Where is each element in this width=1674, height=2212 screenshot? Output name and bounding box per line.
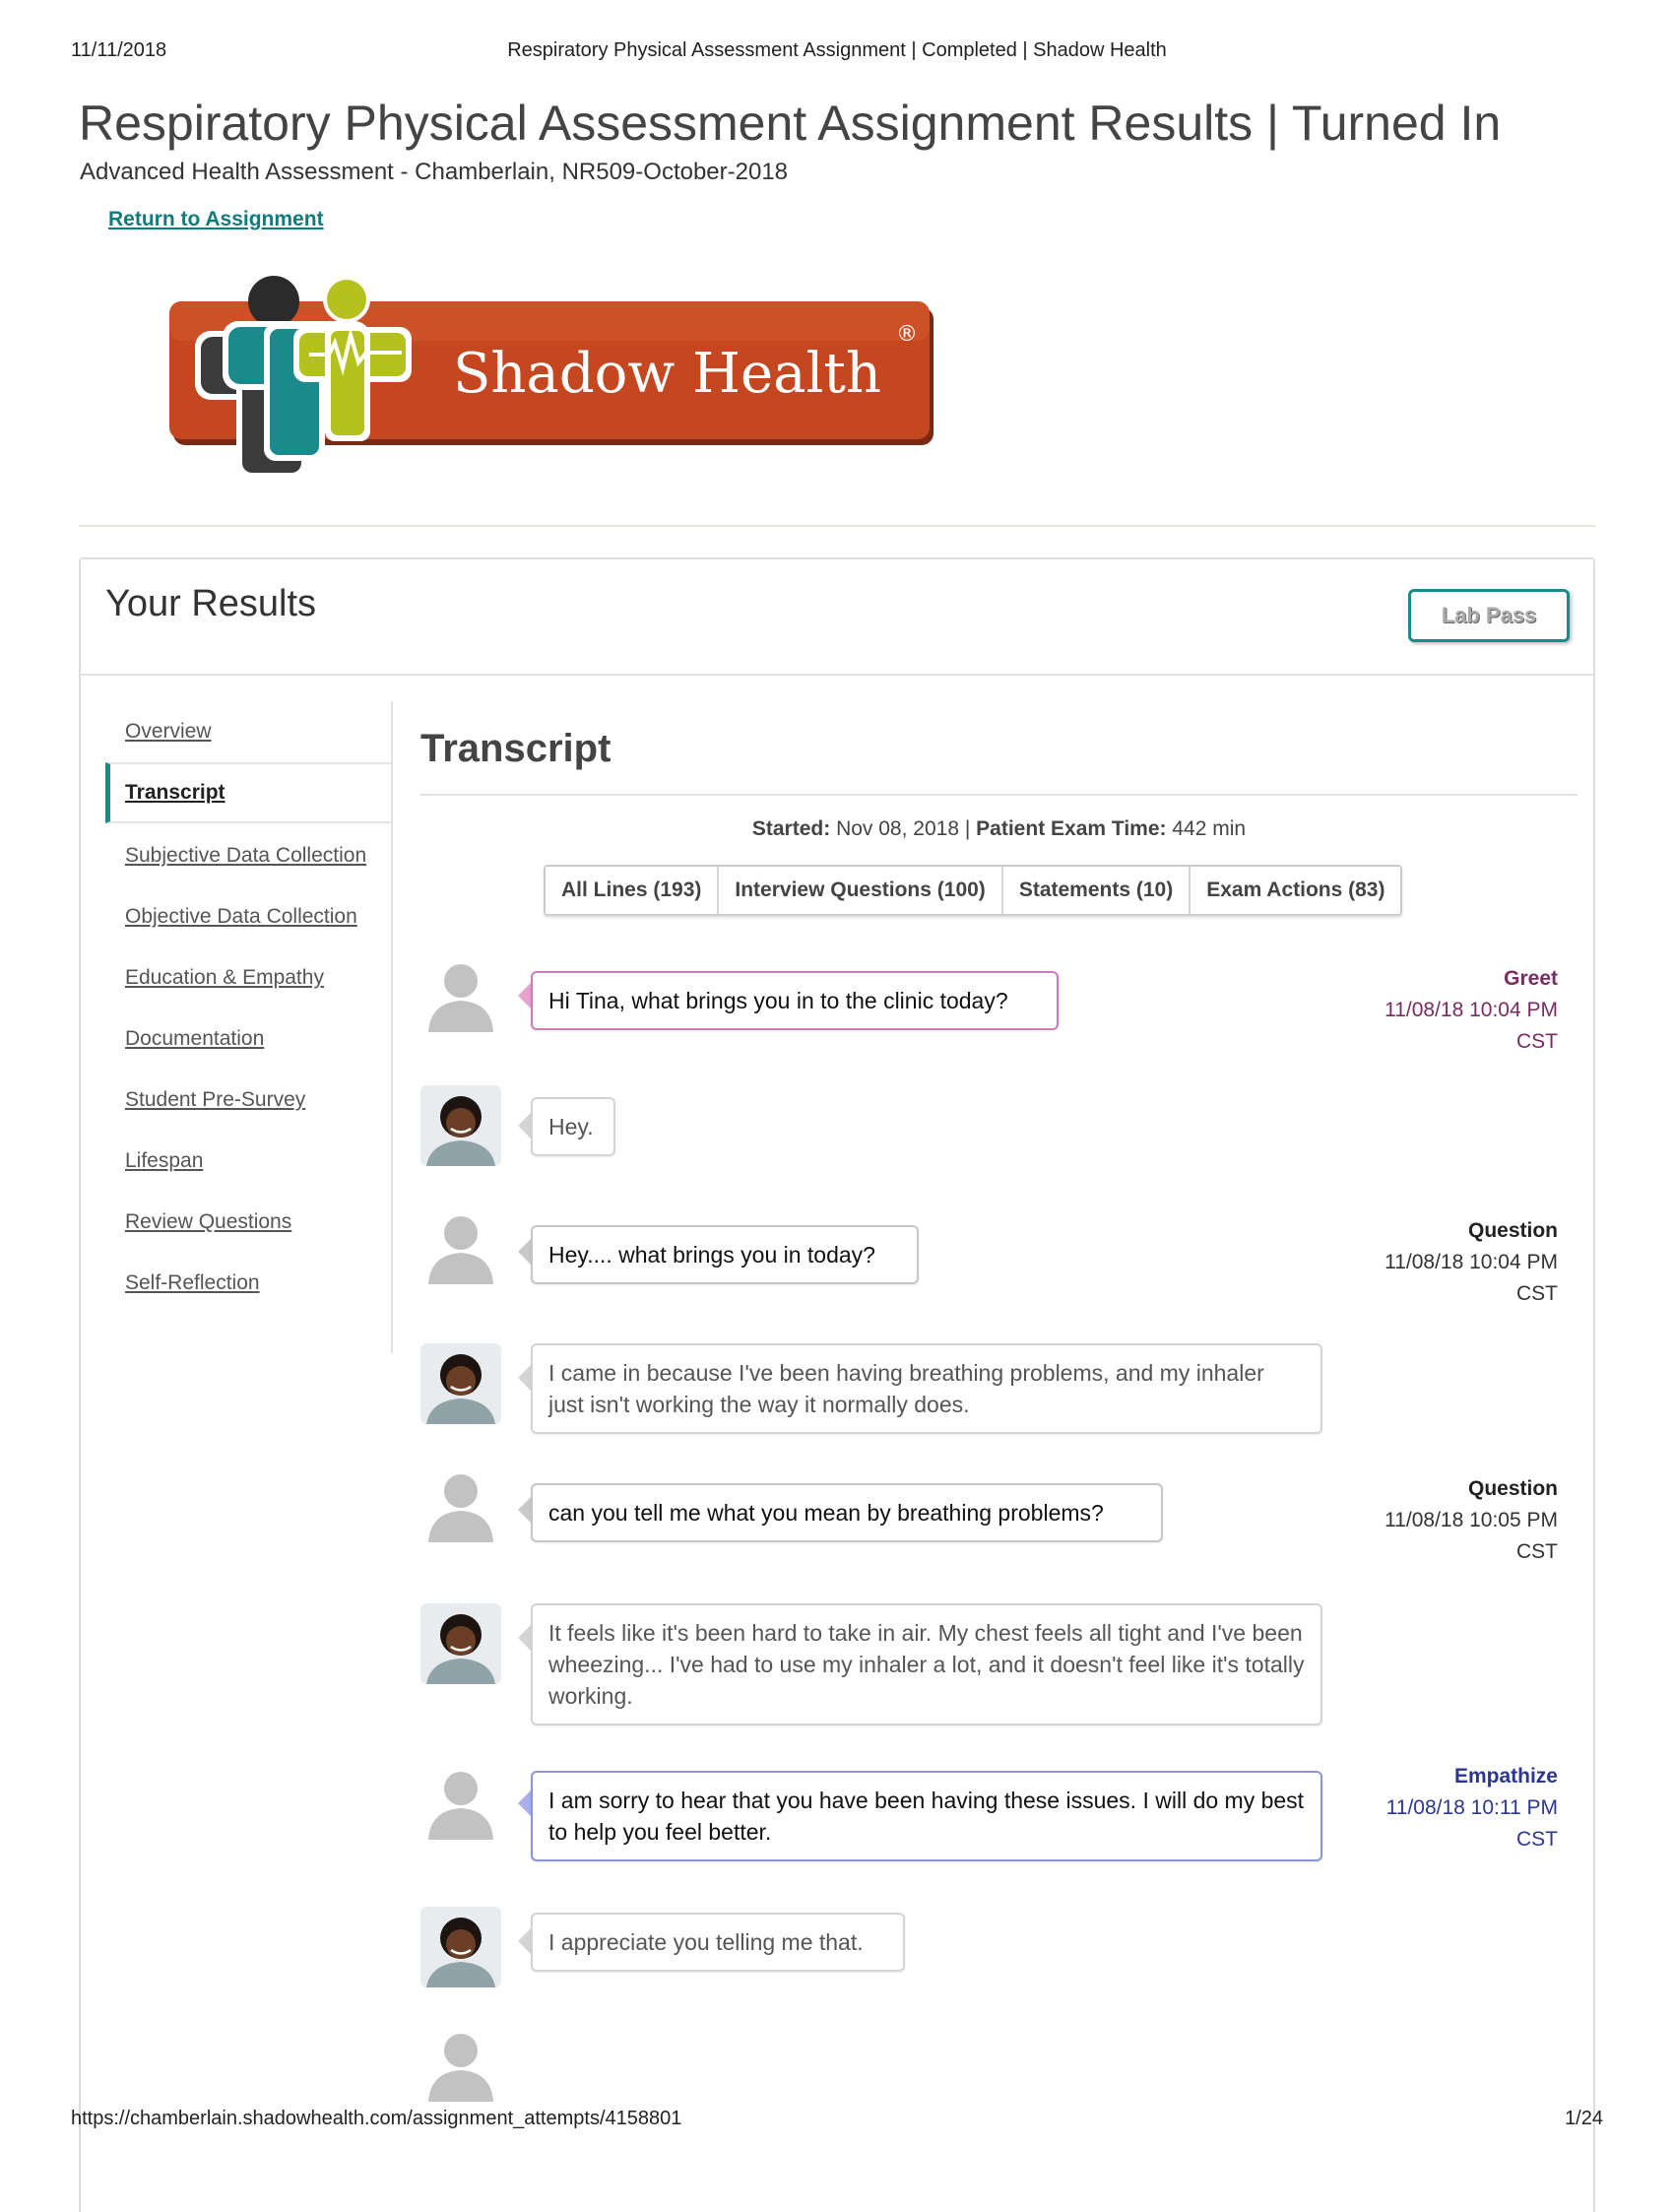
bubble-tail [518, 1239, 531, 1265]
line-tag: Greet 11/08/18 10:04 PM CST [1384, 963, 1558, 1058]
filter-statements[interactable]: Statements (10) [1000, 867, 1189, 914]
filter-interview-questions[interactable]: Interview Questions (100) [717, 867, 1000, 914]
print-footer: https://chamberlain.shadowhealth.com/ass… [71, 2108, 1603, 2137]
exam-time-value: 442 [1172, 817, 1207, 840]
student-message: I am sorry to hear that you have been ha… [531, 1771, 1322, 1861]
line-timestamp: 11/08/18 10:04 PM [1384, 1251, 1558, 1273]
patient-avatar [420, 1085, 501, 1166]
student-avatar [420, 2023, 501, 2104]
results-header: Your Results Lab Pass [81, 559, 1593, 676]
patient-avatar [420, 1343, 501, 1424]
patient-message: I came in because I've been having breat… [531, 1343, 1322, 1434]
print-page-number: 1/24 [1565, 2108, 1603, 2129]
bubble-tail [518, 1365, 531, 1391]
transcript-filter-tabs: All Lines (193) Interview Questions (100… [544, 865, 1403, 916]
transcript-title: Transcript [420, 727, 612, 770]
student-avatar [420, 1205, 501, 1286]
filter-exam-actions[interactable]: Exam Actions (83) [1189, 867, 1400, 914]
bubble-tail [518, 1113, 531, 1139]
bubble-tail [518, 1625, 531, 1651]
sidebar-item-review-questions[interactable]: Review Questions [105, 1192, 391, 1253]
line-category: Question [1467, 1219, 1558, 1242]
line-category: Empathize [1453, 1765, 1558, 1788]
page-title: Respiratory Physical Assessment Assignme… [79, 96, 1502, 151]
line-category: Question [1467, 1477, 1558, 1500]
exam-time-unit: min [1212, 817, 1247, 840]
student-message: can you tell me what you mean by breathi… [531, 1483, 1163, 1542]
sidebar-item-transcript[interactable]: Transcript [105, 762, 391, 823]
header-divider [79, 525, 1595, 527]
meta-separator: | [964, 817, 971, 840]
started-value: Nov 08, 2018 [836, 817, 960, 840]
transcript-divider [420, 794, 1577, 796]
sidebar-item-self-reflection[interactable]: Self-Reflection [105, 1253, 391, 1314]
patient-message: It feels like it's been hard to take in … [531, 1603, 1322, 1725]
bubble-tail [518, 1928, 531, 1954]
sidebar-item-overview[interactable]: Overview [105, 701, 391, 762]
line-timezone: CST [1516, 1282, 1558, 1305]
sidebar-item-education-empathy[interactable]: Education & Empathy [105, 947, 391, 1008]
sidebar-item-student-pre-survey[interactable]: Student Pre-Survey [105, 1070, 391, 1131]
line-timestamp: 11/08/18 10:11 PM [1385, 1796, 1558, 1819]
line-timestamp: 11/08/18 10:04 PM [1384, 999, 1558, 1021]
line-tag: Question 11/08/18 10:05 PM CST [1384, 1473, 1558, 1568]
line-category: Greet [1504, 967, 1558, 990]
student-avatar [420, 1464, 501, 1544]
student-avatar [420, 953, 501, 1034]
line-tag: Empathize 11/08/18 10:11 PM CST [1386, 1761, 1558, 1855]
print-header: 11/11/2018 Respiratory Physical Assessme… [71, 39, 1603, 69]
results-title: Your Results [105, 583, 317, 624]
line-timezone: CST [1516, 1828, 1558, 1851]
exam-time-label: Patient Exam Time: [976, 817, 1167, 840]
sidebar-item-subjective-data-collection[interactable]: Subjective Data Collection [105, 825, 391, 886]
patient-avatar [420, 1603, 501, 1684]
lab-pass-button[interactable]: Lab Pass [1408, 589, 1570, 642]
results-panel: Your Results Lab Pass Overview Transcrip… [79, 557, 1595, 2212]
student-message: Hey.... what brings you in today? [531, 1225, 919, 1284]
bubble-tail [518, 1497, 531, 1523]
line-tag: Question 11/08/18 10:04 PM CST [1384, 1215, 1558, 1310]
print-title: Respiratory Physical Assessment Assignme… [507, 39, 1167, 61]
patient-message: Hey. [531, 1097, 615, 1156]
bubble-tail [518, 983, 531, 1008]
shadow-health-logo: Shadow Health ® [169, 276, 934, 479]
results-sidebar: Overview Transcript Subjective Data Coll… [105, 701, 393, 1353]
logo-text: Shadow Health [453, 342, 881, 406]
line-timestamp: 11/08/18 10:05 PM [1384, 1509, 1558, 1531]
course-name: Advanced Health Assessment - Chamberlain… [80, 159, 789, 185]
return-to-assignment-link[interactable]: Return to Assignment [108, 208, 324, 231]
registered-mark: ® [896, 322, 918, 347]
bubble-tail [518, 1790, 531, 1816]
patient-message: I appreciate you telling me that. [531, 1913, 905, 1972]
sidebar-item-documentation[interactable]: Documentation [105, 1008, 391, 1070]
line-timezone: CST [1516, 1540, 1558, 1563]
sidebar-item-lifespan[interactable]: Lifespan [105, 1131, 391, 1192]
sidebar-item-objective-data-collection[interactable]: Objective Data Collection [105, 886, 391, 947]
started-label: Started: [751, 817, 831, 840]
patient-avatar [420, 1907, 501, 1987]
student-avatar [420, 1761, 501, 1842]
student-message: Hi Tina, what brings you in to the clini… [531, 971, 1059, 1030]
filter-all-lines[interactable]: All Lines (193) [546, 867, 717, 914]
transcript-meta: Started: Nov 08, 2018 | Patient Exam Tim… [420, 817, 1577, 841]
line-timezone: CST [1516, 1030, 1558, 1053]
print-url: https://chamberlain.shadowhealth.com/ass… [71, 2108, 682, 2129]
